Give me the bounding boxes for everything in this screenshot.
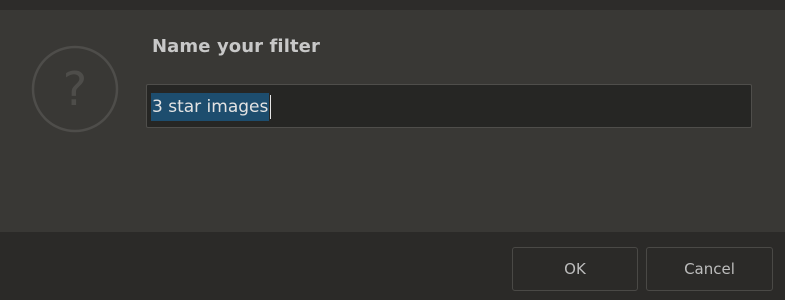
filter-name-dialog: ? Name your filter 3 star images OK Canc… — [0, 0, 785, 300]
text-caret — [270, 95, 272, 119]
filter-name-text: 3 star images — [152, 97, 269, 117]
filter-name-input[interactable]: 3 star images — [146, 84, 752, 128]
question-mark-circle-icon: ? — [31, 45, 119, 133]
dialog-title: Name your filter — [152, 36, 320, 57]
svg-text:?: ? — [63, 62, 87, 116]
filter-name-value[interactable]: 3 star images — [151, 93, 272, 121]
dialog-footer: OK Cancel — [0, 232, 785, 300]
ok-button[interactable]: OK — [512, 247, 638, 291]
cancel-button[interactable]: Cancel — [646, 247, 773, 291]
dialog-top-strip — [0, 0, 785, 10]
